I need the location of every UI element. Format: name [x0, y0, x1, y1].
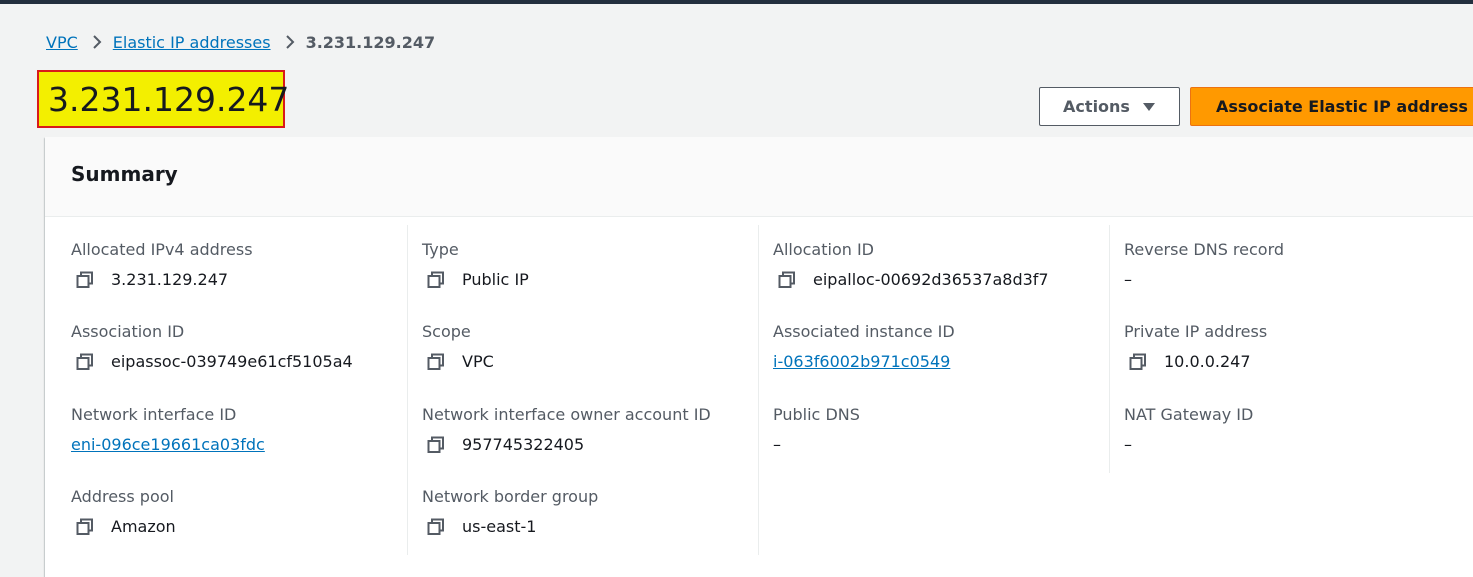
allocated-ipv4-value: 3.231.129.247	[111, 270, 229, 289]
associated-instance-link[interactable]: i-063f6002b971c0549	[773, 352, 950, 372]
page-title: 3.231.129.247	[37, 70, 289, 128]
field-private-ip: Private IP address 10.0.0.247	[1124, 322, 1267, 372]
field-label: Association ID	[71, 322, 185, 341]
copy-icon[interactable]	[75, 270, 95, 290]
field-label: Network interface owner account ID	[422, 405, 711, 424]
network-interface-owner-value: 957745322405	[462, 435, 585, 454]
network-border-group-value: us-east-1	[462, 517, 537, 536]
scope-value: VPC	[462, 352, 494, 371]
summary-panel-header: Summary	[45, 137, 1473, 217]
breadcrumb: VPC Elastic IP addresses 3.231.129.247	[46, 30, 435, 54]
field-label: Type	[422, 240, 459, 259]
actions-button-label: Actions	[1063, 97, 1130, 116]
breadcrumb-link-elastic-ip-addresses[interactable]: Elastic IP addresses	[113, 33, 271, 52]
breadcrumb-link-vpc[interactable]: VPC	[46, 33, 78, 52]
address-pool-value: Amazon	[111, 517, 176, 536]
field-label: Network interface ID	[71, 405, 237, 424]
field-type: Type Public IP	[422, 240, 529, 290]
network-interface-link[interactable]: eni-096ce19661ca03fdc	[71, 435, 265, 455]
field-label: NAT Gateway ID	[1124, 405, 1254, 424]
public-dns-value: –	[773, 435, 781, 454]
field-allocation-id: Allocation ID eipalloc-00692d36537a8d3f7	[773, 240, 1049, 290]
field-network-interface-id: Network interface ID eni-096ce19661ca03f…	[71, 405, 265, 455]
field-label: Allocation ID	[773, 240, 874, 259]
copy-icon[interactable]	[75, 517, 95, 537]
field-network-interface-owner: Network interface owner account ID 95774…	[422, 405, 711, 455]
field-public-dns: Public DNS –	[773, 405, 860, 455]
summary-title: Summary	[71, 162, 178, 186]
field-scope: Scope VPC	[422, 322, 494, 372]
field-nat-gateway-id: NAT Gateway ID –	[1124, 405, 1253, 455]
associate-elastic-ip-button[interactable]: Associate Elastic IP address	[1190, 87, 1473, 126]
field-network-border-group: Network border group us-east-1	[422, 487, 598, 537]
summary-panel: Summary Allocated IPv4 address 3.231.129…	[45, 137, 1473, 577]
copy-icon[interactable]	[426, 270, 446, 290]
field-label: Address pool	[71, 487, 174, 506]
field-label: Allocated IPv4 address	[71, 240, 253, 259]
chevron-right-icon	[281, 34, 299, 50]
field-reverse-dns: Reverse DNS record –	[1124, 240, 1284, 290]
field-associated-instance-id: Associated instance ID i-063f6002b971c05…	[773, 322, 955, 372]
copy-icon[interactable]	[777, 270, 797, 290]
actions-dropdown-button[interactable]: Actions	[1039, 87, 1180, 126]
column-divider	[758, 225, 759, 555]
top-navigation-strip	[0, 0, 1473, 4]
column-divider	[1109, 225, 1110, 473]
field-label: Private IP address	[1124, 322, 1268, 341]
reverse-dns-value: –	[1124, 270, 1132, 289]
type-value: Public IP	[462, 270, 529, 289]
copy-icon[interactable]	[426, 435, 446, 455]
chevron-right-icon	[88, 34, 106, 50]
nat-gateway-value: –	[1124, 435, 1132, 454]
field-label: Associated instance ID	[773, 322, 955, 341]
field-allocated-ipv4: Allocated IPv4 address 3.231.129.247	[71, 240, 253, 290]
field-label: Network border group	[422, 487, 599, 506]
copy-icon[interactable]	[75, 352, 95, 372]
allocation-id-value: eipalloc-00692d36537a8d3f7	[813, 270, 1049, 289]
copy-icon[interactable]	[1128, 352, 1148, 372]
private-ip-value: 10.0.0.247	[1164, 352, 1251, 371]
breadcrumb-current: 3.231.129.247	[305, 32, 436, 52]
field-label: Public DNS	[773, 405, 860, 424]
association-id-value: eipassoc-039749e61cf5105a4	[111, 352, 353, 371]
copy-icon[interactable]	[426, 517, 446, 537]
field-label: Scope	[422, 322, 471, 341]
field-address-pool: Address pool Amazon	[71, 487, 176, 537]
caret-down-icon	[1142, 102, 1156, 112]
column-divider	[407, 225, 408, 555]
field-association-id: Association ID eipassoc-039749e61cf5105a…	[71, 322, 353, 372]
copy-icon[interactable]	[426, 352, 446, 372]
field-label: Reverse DNS record	[1124, 240, 1285, 259]
